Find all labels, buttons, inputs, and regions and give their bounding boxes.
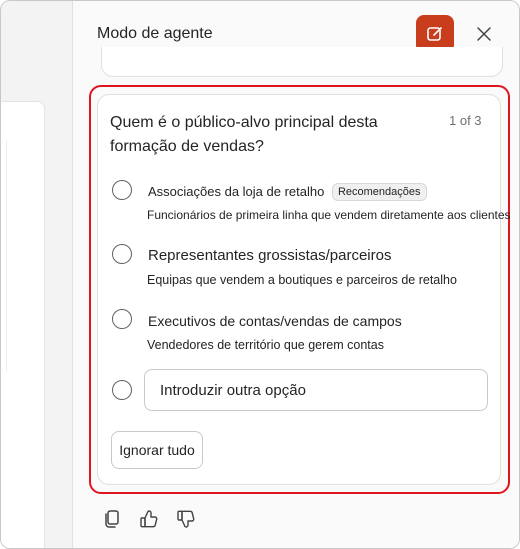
question-counter: 1 of 3 (449, 113, 482, 128)
close-icon (477, 27, 491, 41)
question-text: Quem é o público-alvo principal desta fo… (110, 114, 378, 155)
other-option-input[interactable] (144, 369, 488, 411)
radio-button[interactable] (112, 309, 132, 329)
other-option-radio[interactable] (112, 380, 132, 400)
option-description: Equipas que vendem a boutiques e parceir… (147, 273, 457, 287)
document-area (1, 1, 73, 548)
radio-button[interactable] (112, 244, 132, 264)
thumbs-up-icon (140, 510, 158, 528)
dislike-button[interactable] (174, 507, 198, 531)
copy-button[interactable] (100, 507, 124, 531)
thumbs-down-icon (177, 510, 195, 528)
option-title: Executivos de contas/vendas de campos (148, 313, 402, 329)
ignore-all-button[interactable]: Ignorar tudo (111, 431, 203, 469)
document-divider (1, 141, 7, 371)
app-window: Modo de agente Quem é o público-alvo pri… (0, 0, 520, 549)
previous-message-card (101, 47, 503, 77)
option-description: Vendedores de território que gerem conta… (147, 338, 384, 352)
close-button[interactable] (470, 20, 498, 48)
compose-icon (427, 27, 442, 41)
document-page (1, 101, 45, 548)
agent-panel: Modo de agente Quem é o público-alvo pri… (74, 1, 519, 548)
copy-icon (105, 510, 119, 528)
option-title: Representantes grossistas/parceiros (148, 247, 392, 264)
recommended-badge: Recomendações (331, 183, 427, 201)
option-title: Associações da loja de retalho (148, 184, 325, 199)
panel-title: Modo de agente (97, 25, 213, 42)
radio-button[interactable] (112, 180, 132, 200)
option-description: Funcionários de primeira linha que vende… (147, 208, 511, 222)
like-button[interactable] (137, 507, 161, 531)
